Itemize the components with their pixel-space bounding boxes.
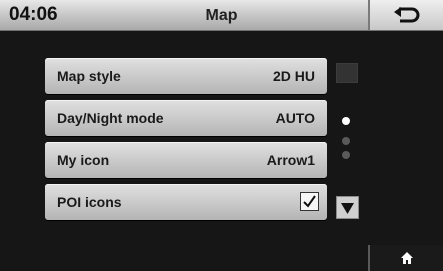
day-night-mode-value: AUTO — [275, 110, 315, 126]
back-button[interactable] — [368, 0, 443, 30]
poi-icons-label: POI icons — [57, 194, 122, 210]
poi-icons-checkbox[interactable] — [300, 192, 319, 211]
checkmark-icon — [303, 195, 316, 208]
home-icon — [401, 252, 413, 264]
screen: 04:06 Map Map style 2D HU Day/Night mode… — [0, 0, 443, 271]
day-night-mode-label: Day/Night mode — [57, 110, 164, 126]
status-bar: 04:06 Map — [0, 0, 443, 31]
scroll-up-button[interactable] — [336, 63, 358, 83]
my-icon-label: My icon — [57, 152, 110, 168]
page-dot-2 — [342, 137, 350, 145]
map-style-label: Map style — [57, 68, 121, 84]
scroll-down-icon — [341, 203, 354, 214]
home-button[interactable] — [368, 245, 443, 271]
my-icon-value: Arrow1 — [266, 152, 315, 168]
poi-icons-button[interactable]: POI icons — [45, 184, 327, 220]
page-dot-3 — [342, 151, 350, 159]
my-icon-button[interactable]: My icon Arrow1 — [45, 142, 327, 178]
back-arrow-icon — [394, 7, 420, 23]
settings-list: Map style 2D HU Day/Night mode AUTO My i… — [0, 31, 443, 271]
scroll-down-button[interactable] — [336, 196, 359, 219]
map-style-value: 2D HU — [272, 68, 315, 84]
day-night-mode-button[interactable]: Day/Night mode AUTO — [45, 100, 327, 136]
map-style-button[interactable]: Map style 2D HU — [45, 58, 327, 94]
page-dot-1 — [342, 117, 350, 125]
